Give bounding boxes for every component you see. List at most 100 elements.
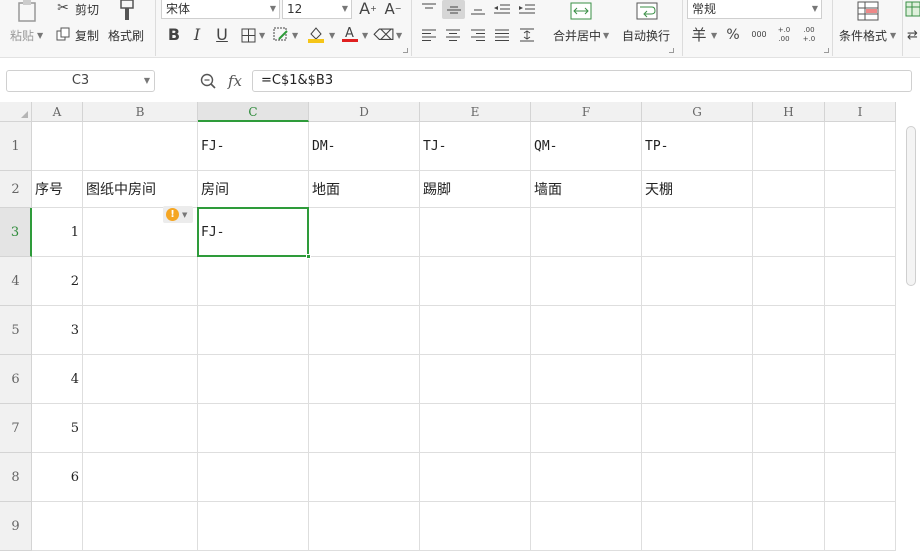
cell-i3[interactable] <box>825 208 896 257</box>
cell-g3[interactable] <box>642 208 753 257</box>
row-header-6[interactable]: 6 <box>0 355 32 404</box>
font-color-dropdown-arrow[interactable]: ▼ <box>362 31 368 40</box>
cell-a7[interactable]: 5 <box>32 404 83 453</box>
cell-i4[interactable] <box>825 257 896 306</box>
number-format-select[interactable]: 常规 ▼ <box>687 0 822 19</box>
cell-e7[interactable] <box>420 404 531 453</box>
format-painter-button[interactable]: 格式刷 <box>108 27 144 44</box>
cell-d5[interactable] <box>309 306 420 355</box>
cell-g1[interactable]: TP- <box>642 122 753 171</box>
row-header-2[interactable]: 2 <box>0 171 32 208</box>
border-icon[interactable] <box>239 26 257 44</box>
thousands-separator-icon[interactable]: 000 <box>748 25 770 45</box>
align-top-icon[interactable] <box>419 0 439 18</box>
paste-button[interactable]: 粘贴 <box>10 27 34 44</box>
cell-h8[interactable] <box>753 453 825 502</box>
cell-f6[interactable] <box>531 355 642 404</box>
column-header-h[interactable]: H <box>753 102 825 122</box>
column-header-f[interactable]: F <box>531 102 642 122</box>
cell-g5[interactable] <box>642 306 753 355</box>
cell-i5[interactable] <box>825 306 896 355</box>
clear-format-dropdown-arrow[interactable]: ▼ <box>396 31 402 40</box>
fill-color-icon[interactable] <box>306 24 326 44</box>
cell-i7[interactable] <box>825 404 896 453</box>
column-header-i[interactable]: I <box>825 102 896 122</box>
distributed-align-icon[interactable] <box>517 26 537 44</box>
cell-h6[interactable] <box>753 355 825 404</box>
justify-icon[interactable] <box>492 26 512 44</box>
convert-icon[interactable]: ⇄ <box>905 26 920 44</box>
cell-g8[interactable] <box>642 453 753 502</box>
font-name-select[interactable]: 宋体 ▼ <box>161 0 280 19</box>
cell-a3[interactable]: 1 <box>32 208 83 257</box>
cell-f7[interactable] <box>531 404 642 453</box>
vertical-scrollbar[interactable] <box>906 126 916 286</box>
bold-icon[interactable]: B <box>166 26 182 44</box>
cell-a6[interactable]: 4 <box>32 355 83 404</box>
decrease-decimal-icon[interactable]: .00 +.0 <box>798 24 820 46</box>
conditional-format-dropdown-arrow[interactable]: ▼ <box>890 31 896 40</box>
cell-f1[interactable]: QM- <box>531 122 642 171</box>
align-right-icon[interactable] <box>468 26 488 44</box>
cell-h2[interactable] <box>753 171 825 208</box>
wrap-text-button[interactable]: 自动换行 <box>622 27 670 44</box>
cell-a8[interactable]: 6 <box>32 453 83 502</box>
alignment-dialog-launcher[interactable] <box>669 48 674 53</box>
zoom-search-icon[interactable] <box>199 72 217 90</box>
name-box[interactable]: C3 ▼ <box>6 70 155 92</box>
cell-e6[interactable] <box>420 355 531 404</box>
cell-e5[interactable] <box>420 306 531 355</box>
format-painter-icon[interactable] <box>116 0 138 22</box>
copy-button[interactable]: 复制 <box>75 27 99 44</box>
row-header-4[interactable]: 4 <box>0 257 32 306</box>
cell-a4[interactable]: 2 <box>32 257 83 306</box>
cell-h7[interactable] <box>753 404 825 453</box>
cell-d8[interactable] <box>309 453 420 502</box>
cell-c7[interactable] <box>198 404 309 453</box>
clear-format-icon[interactable]: ⌫ <box>373 26 394 44</box>
cell-b1[interactable] <box>83 122 198 171</box>
cell-style-icon[interactable] <box>272 26 290 44</box>
cell-d4[interactable] <box>309 257 420 306</box>
conditional-format-icon[interactable] <box>855 0 881 22</box>
select-all-corner[interactable] <box>0 102 32 122</box>
percent-icon[interactable]: % <box>725 26 741 44</box>
cell-g4[interactable] <box>642 257 753 306</box>
cut-icon[interactable]: ✂ <box>54 0 72 16</box>
cell-e8[interactable] <box>420 453 531 502</box>
cell-b6[interactable] <box>83 355 198 404</box>
cell-c6[interactable] <box>198 355 309 404</box>
cell-h3[interactable] <box>753 208 825 257</box>
increase-indent-icon[interactable] <box>517 0 537 18</box>
align-middle-icon[interactable] <box>442 0 465 19</box>
column-header-b[interactable]: B <box>83 102 198 122</box>
cell-f5[interactable] <box>531 306 642 355</box>
font-dialog-launcher[interactable] <box>403 48 408 53</box>
paste-icon[interactable] <box>14 0 40 22</box>
column-header-e[interactable]: E <box>420 102 531 122</box>
cell-c8[interactable] <box>198 453 309 502</box>
cell-a1[interactable] <box>32 122 83 171</box>
cell-b9[interactable] <box>83 502 198 551</box>
cell-g2[interactable]: 天棚 <box>642 171 753 208</box>
cell-e4[interactable] <box>420 257 531 306</box>
cell-c4[interactable] <box>198 257 309 306</box>
cell-i2[interactable] <box>825 171 896 208</box>
cell-c5[interactable] <box>198 306 309 355</box>
font-size-select[interactable]: 12 ▼ <box>282 0 352 19</box>
fill-handle[interactable] <box>306 254 311 259</box>
border-dropdown-arrow[interactable]: ▼ <box>259 31 265 40</box>
row-header-5[interactable]: 5 <box>0 306 32 355</box>
error-check-tag[interactable]: ! ▼ <box>163 206 193 223</box>
decrease-indent-icon[interactable] <box>492 0 512 18</box>
cell-i1[interactable] <box>825 122 896 171</box>
cell-f4[interactable] <box>531 257 642 306</box>
fill-color-dropdown-arrow[interactable]: ▼ <box>329 31 335 40</box>
increase-decimal-icon[interactable]: +.0 .00 <box>773 24 795 46</box>
cell-g6[interactable] <box>642 355 753 404</box>
cell-g7[interactable] <box>642 404 753 453</box>
align-center-icon[interactable] <box>443 26 463 44</box>
cell-d6[interactable] <box>309 355 420 404</box>
cell-i9[interactable] <box>825 502 896 551</box>
cell-d7[interactable] <box>309 404 420 453</box>
